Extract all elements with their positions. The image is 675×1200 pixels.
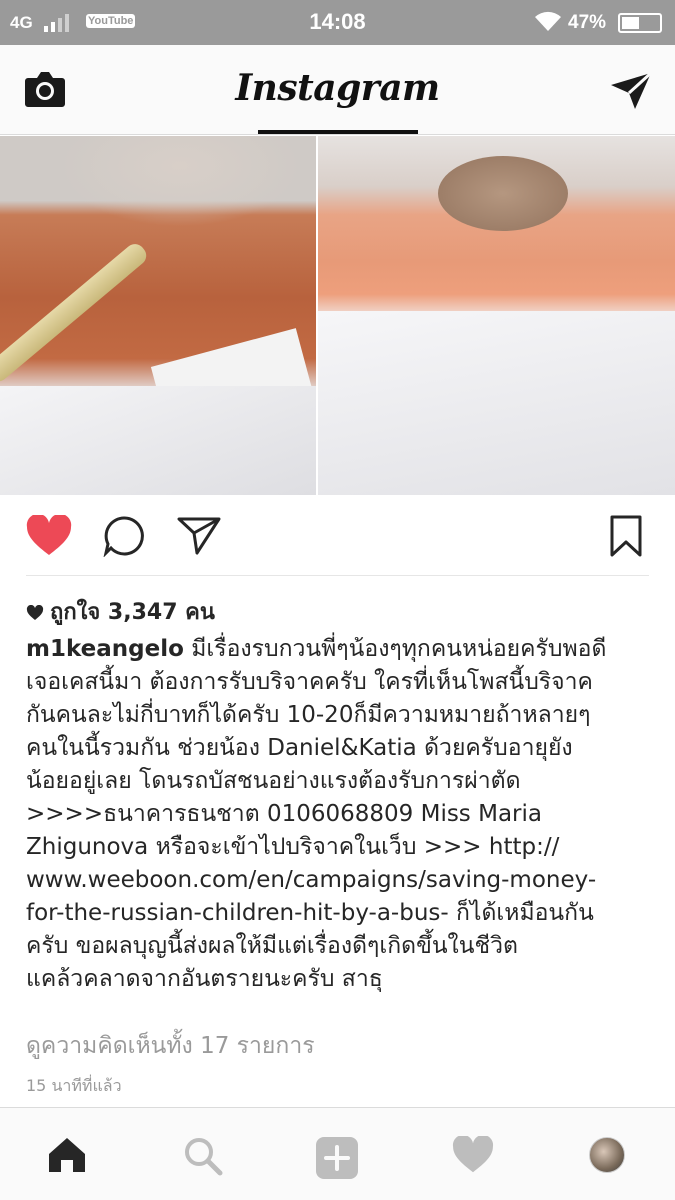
home-icon[interactable] bbox=[47, 1136, 87, 1174]
wifi-icon bbox=[535, 11, 561, 31]
top-bar: Instagram bbox=[0, 45, 675, 135]
caption-line: คนในนี้รวมกัน ช่วยน้อง Daniel&Katia ด้วย… bbox=[26, 735, 573, 761]
post-image[interactable] bbox=[0, 136, 675, 495]
direct-send-icon[interactable] bbox=[609, 71, 653, 111]
caption-line: แคล้วคลาดจากอันตรายนะครับ สาธุ bbox=[26, 966, 383, 992]
battery-percent: 47% bbox=[568, 12, 607, 33]
caption-line: m1keangelo มีเรื่องรบกวนพี่ๆน้องๆทุกคนหน… bbox=[26, 636, 607, 662]
battery-icon bbox=[618, 13, 662, 33]
caption-line: Zhigunova หรือจะเข้าไปบริจาคในเว็บ >>> h… bbox=[26, 834, 560, 860]
heart-filled-icon[interactable] bbox=[26, 515, 72, 557]
activity-heart-icon[interactable] bbox=[452, 1136, 494, 1174]
active-feed-indicator bbox=[258, 130, 418, 134]
comment-icon[interactable] bbox=[103, 515, 145, 557]
post-photo-right bbox=[318, 136, 675, 495]
like-count[interactable]: ถูกใจ 3,347 คน bbox=[26, 594, 215, 629]
bookmark-icon[interactable] bbox=[610, 515, 642, 557]
post-actions bbox=[0, 495, 675, 575]
heart-small-icon bbox=[26, 605, 44, 620]
caption-line: กันคนละไม่กี่บาทก็ได้ครับ 10-20ก็มีความห… bbox=[26, 702, 591, 728]
post-photo-left bbox=[0, 136, 320, 495]
post-timestamp: 15 นาทีที่แล้ว bbox=[26, 1076, 122, 1095]
status-bar: 4G YouTube 14:08 47% bbox=[0, 0, 675, 45]
view-all-comments-link[interactable]: ดูความคิดเห็นทั้ง 17 รายการ bbox=[26, 1028, 315, 1064]
caption-link-line[interactable]: www.weeboon.com/en/campaigns/saving-mone… bbox=[26, 864, 656, 897]
send-icon[interactable] bbox=[177, 515, 221, 555]
search-icon[interactable] bbox=[183, 1136, 223, 1176]
caption-line: for-the-russian-children-hit-by-a-bus- ก… bbox=[26, 900, 594, 926]
instagram-logo: Instagram bbox=[235, 67, 440, 109]
caption-line: ครับ ขอผลบุญนี้ส่งผลให้มีแต่เรื่องดีๆเกิ… bbox=[26, 933, 518, 959]
profile-avatar[interactable] bbox=[589, 1137, 625, 1173]
username-link[interactable]: m1keangelo bbox=[26, 636, 184, 662]
caption-line: >>>>ธนาคารธนชาต 0106068809 Miss Maria bbox=[26, 801, 542, 827]
post-caption: m1keangelo มีเรื่องรบกวนพี่ๆน้องๆทุกคนหน… bbox=[26, 633, 656, 996]
caption-line: เจอเคสนี้มา ต้องการรับบริจาคครับ ใครที่เ… bbox=[26, 669, 593, 695]
bottom-navigation bbox=[0, 1107, 675, 1200]
divider bbox=[26, 575, 649, 576]
add-post-icon[interactable] bbox=[315, 1136, 359, 1180]
caption-line: น้อยอยู่เลย โดนรถบัสชนอย่างแรงต้องรับการ… bbox=[26, 768, 521, 794]
